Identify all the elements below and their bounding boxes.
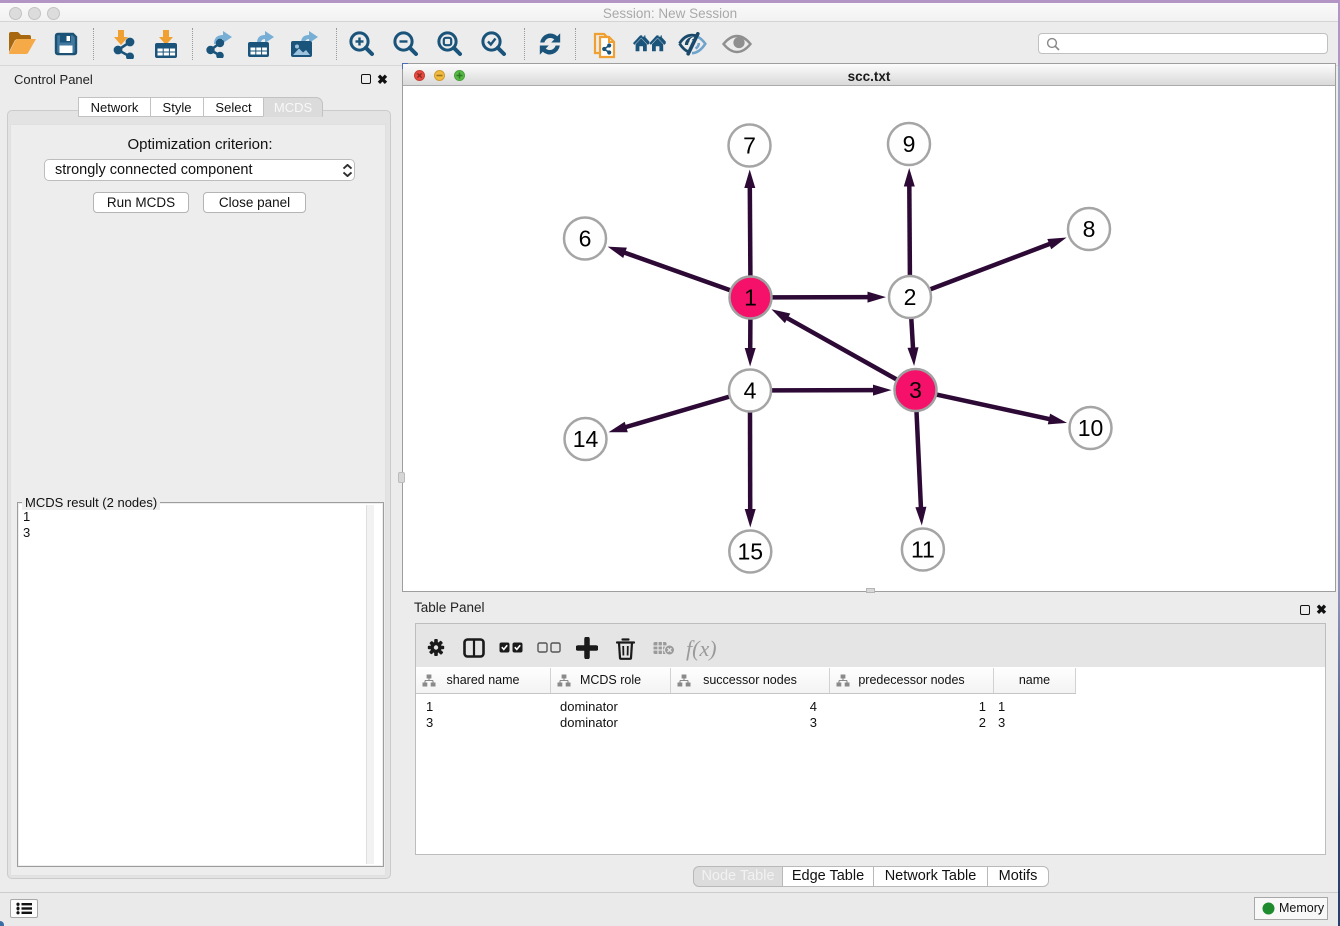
svg-text:15: 15 <box>738 539 764 565</box>
svg-text:10: 10 <box>1078 415 1104 441</box>
svg-text:6: 6 <box>579 226 592 252</box>
svg-text:2: 2 <box>904 284 917 310</box>
svg-text:8: 8 <box>1083 216 1096 242</box>
svg-text:11: 11 <box>911 537 935 563</box>
svg-text:1: 1 <box>744 285 757 311</box>
svg-text:7: 7 <box>743 133 756 159</box>
svg-text:14: 14 <box>573 426 599 452</box>
svg-text:9: 9 <box>903 131 916 157</box>
svg-text:4: 4 <box>744 378 757 404</box>
svg-text:3: 3 <box>909 377 922 403</box>
